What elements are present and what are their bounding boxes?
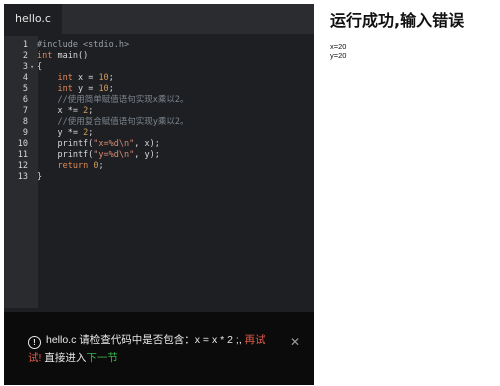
code-line: 8 //使用复合赋值语句实现y乘以2。: [4, 117, 314, 128]
code-text: x *= 2;: [37, 106, 93, 117]
code-token: x =: [72, 73, 99, 83]
code-line: 5 int y = 10;: [4, 84, 314, 95]
code-token: ;: [88, 106, 94, 116]
code-line: 1 #include <stdio.h>: [4, 40, 314, 51]
close-icon[interactable]: ✕: [289, 336, 301, 348]
code-text: int x = 10;: [37, 73, 114, 84]
notice-text-line-2: 试! 直接进入下一节: [28, 350, 283, 366]
code-line: 13}: [4, 172, 314, 183]
output-line: x=20: [330, 42, 347, 51]
code-line: 2 int main(): [4, 51, 314, 62]
line-number: 6: [22, 95, 28, 105]
code-token: , y);: [134, 150, 160, 160]
check-notification: ! hello.c 请检查代码中是否包含：x = x * 2 ;, 再试 试! 直…: [4, 312, 314, 385]
code-token: //使用复合赋值语句实现y乘以2。: [37, 117, 189, 127]
code-line: 10 printf("x=%d\n", x);: [4, 139, 314, 150]
fold-arrow-icon[interactable]: ▾: [30, 62, 34, 73]
code-token: int: [37, 51, 53, 61]
editor-tab-bar: hello.c: [4, 4, 314, 34]
code-text: printf("x=%d\n", x);: [37, 139, 160, 150]
code-line: 12 return 0;: [4, 161, 314, 172]
line-number: 12: [17, 161, 28, 171]
code-token: }: [37, 172, 43, 182]
line-number: 8: [22, 117, 28, 127]
code-text: return 0;: [37, 161, 104, 172]
line-number: 5: [22, 84, 28, 94]
code-text: }: [37, 172, 42, 183]
line-number: 11: [17, 150, 28, 160]
code-text: int main(): [37, 51, 88, 62]
line-number: 3: [22, 62, 28, 72]
code-token: ;: [88, 128, 94, 138]
code-text: #include <stdio.h>: [37, 40, 129, 51]
line-number: 9: [22, 128, 28, 138]
retry-link[interactable]: 再试: [245, 334, 266, 346]
line-number: 1: [22, 40, 28, 50]
code-editor: hello.c 1 #include <stdio.h> 2 int main() 3 ▾…: [4, 4, 314, 385]
code-token: 10: [98, 73, 109, 83]
code-token: printf(: [37, 139, 94, 149]
code-line: 3 ▾{: [4, 62, 314, 73]
code-token: #include <stdio.h>: [37, 40, 130, 50]
retry-link-tail[interactable]: 试!: [28, 352, 44, 364]
line-number: 4: [22, 73, 28, 83]
code-text: //使用复合赋值语句实现y乘以2。: [37, 117, 188, 128]
code-text: //使用简单赋值语句实现x乘以2。: [37, 95, 188, 106]
next-section-link[interactable]: 下一节: [86, 352, 118, 364]
code-line: 7 x *= 2;: [4, 106, 314, 117]
line-number: 7: [22, 106, 28, 116]
notice-text-line-1: ! hello.c 请检查代码中是否包含：x = x * 2 ;, 再试: [28, 332, 283, 349]
code-token: 10: [98, 84, 109, 94]
code-token: {: [37, 62, 43, 72]
code-token: ;: [108, 84, 114, 94]
code-area[interactable]: 1 #include <stdio.h> 2 int main() 3 ▾{4 int x…: [4, 36, 314, 308]
code-line: 11 printf("y=%d\n", y);: [4, 150, 314, 161]
code-token: y *=: [37, 128, 84, 138]
enter-directly-text: 直接进入: [44, 352, 87, 364]
code-token: , x);: [134, 139, 160, 149]
code-token: int: [57, 84, 73, 94]
code-text: {: [37, 62, 42, 73]
code-text: int y = 10;: [37, 84, 114, 95]
code-token: int: [57, 73, 73, 83]
result-title: 运行成功,输入错误: [330, 11, 465, 30]
code-token: x *=: [37, 106, 84, 116]
code-line: 6 //使用简单赋值语句实现x乘以2。: [4, 95, 314, 106]
line-number: 2: [22, 51, 28, 61]
code-token: "y=%d\n": [93, 150, 135, 160]
code-token: "x=%d\n": [93, 139, 135, 149]
tab-hello-c[interactable]: hello.c: [4, 4, 62, 34]
code-token: ;: [108, 73, 114, 83]
code-token: printf(: [37, 150, 94, 160]
code-line: 4 int x = 10;: [4, 73, 314, 84]
line-number: 10: [17, 139, 28, 149]
code-token: ;: [98, 161, 104, 171]
code-token: main(): [52, 51, 89, 61]
output-line: y=20: [330, 51, 347, 60]
code-token: return: [57, 161, 89, 171]
code-line: 9 y *= 2;: [4, 128, 314, 139]
code-text: printf("y=%d\n", y);: [37, 150, 160, 161]
code-text: y *= 2;: [37, 128, 93, 139]
notice-message: hello.c 请检查代码中是否包含：x = x * 2 ;,: [46, 334, 245, 346]
info-icon: !: [28, 336, 41, 349]
code-token: y =: [72, 84, 99, 94]
code-token: //使用简单赋值语句实现x乘以2。: [37, 95, 189, 105]
line-number: 13: [17, 172, 28, 182]
